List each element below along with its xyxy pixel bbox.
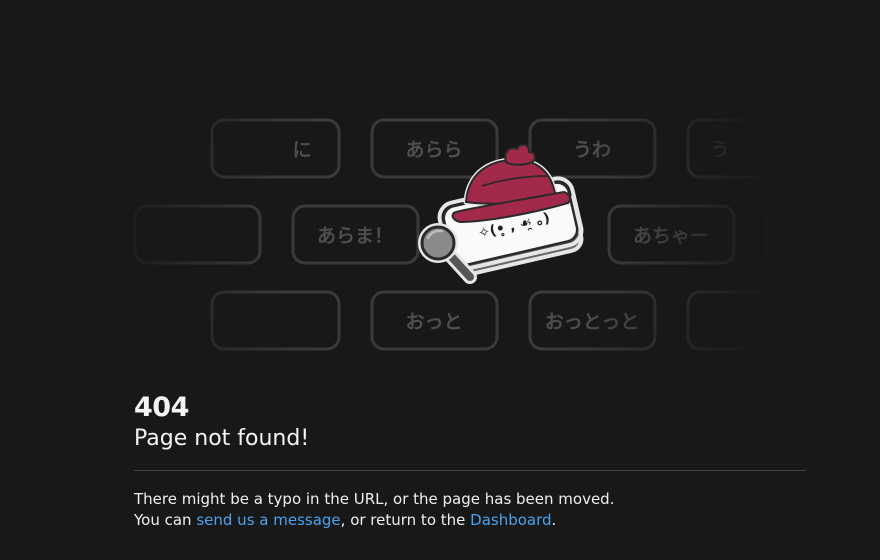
key-otto: おっと: [405, 311, 462, 333]
page-title: Page not found!: [134, 426, 310, 451]
key-ottotto: おっとっと: [545, 311, 639, 333]
key-ararara: あらら: [405, 139, 462, 161]
key-uwa: うわ: [573, 139, 611, 161]
key-partial-text: に: [292, 139, 311, 161]
error-message: There might be a typo in the URL, or the…: [134, 489, 814, 531]
message-line-2: You can send us a message, or return to …: [134, 510, 814, 531]
divider: [134, 470, 806, 471]
error-code: 404: [134, 392, 189, 423]
detective-mascot-icon: ✧(•̥ , ☙̯ ｡): [418, 143, 584, 284]
key-cap: [686, 290, 815, 351]
key-cap: [765, 204, 880, 265]
message-suffix: .: [551, 511, 557, 529]
send-message-link[interactable]: send us a message: [196, 511, 340, 529]
message-middle: , or return to the: [340, 511, 471, 529]
key-achaa: あちゃー: [633, 225, 709, 247]
key-cap: [133, 204, 262, 265]
dashboard-link[interactable]: Dashboard: [470, 511, 551, 529]
error-page: に あらら うわ う あらま！ あちゃー おっと おっとっと ✧(•̥ , ☙̯…: [0, 0, 880, 560]
key-cap: [686, 118, 815, 179]
keyboard-svg: に あらら うわ う あらま！ あちゃー おっと おっとっと ✧(•̥ , ☙̯…: [133, 118, 880, 351]
message-line-1: There might be a typo in the URL, or the…: [134, 490, 615, 508]
message-prefix: You can: [134, 511, 197, 529]
key-cap: [210, 118, 341, 179]
keyboard-illustration: に あらら うわ う あらま！ あちゃー おっと おっとっと ✧(•̥ , ☙̯…: [0, 0, 880, 380]
key-arama: あらま！: [317, 225, 393, 247]
key-cap: [210, 290, 341, 351]
key-partial-text: う: [710, 139, 729, 161]
